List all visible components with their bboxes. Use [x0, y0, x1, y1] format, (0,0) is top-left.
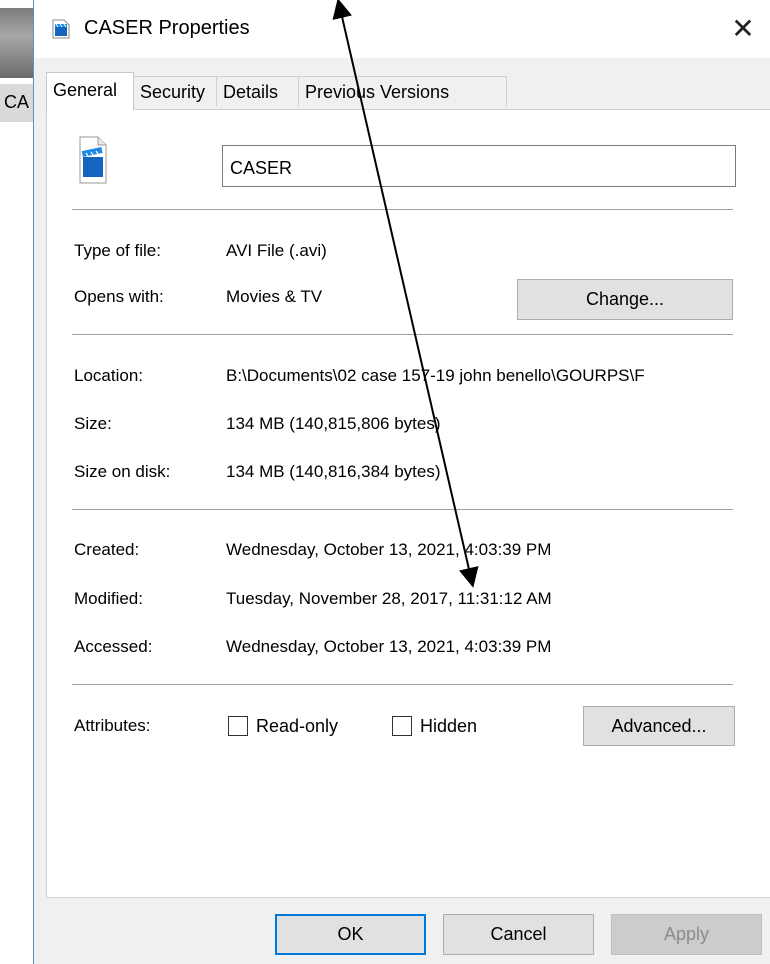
ok-button[interactable]: OK [275, 914, 426, 955]
size-on-disk-label: Size on disk: [74, 462, 171, 481]
separator [72, 209, 733, 210]
background-window [0, 0, 34, 964]
separator [72, 509, 733, 510]
hidden-label[interactable]: Hidden [420, 716, 477, 737]
accessed-label: Accessed: [74, 637, 153, 656]
title-bar[interactable]: CASER Properties ✕ [34, 0, 770, 58]
video-file-icon [52, 19, 70, 39]
close-icon: ✕ [731, 12, 755, 45]
hidden-checkbox[interactable] [392, 716, 412, 736]
created-value: Wednesday, October 13, 2021, 4:03:39 PM [226, 540, 552, 559]
tab-security[interactable]: Security [133, 76, 217, 106]
file-name-input[interactable] [222, 145, 736, 187]
read-only-label[interactable]: Read-only [256, 716, 338, 737]
opens-with-value: Movies & TV [226, 287, 323, 306]
created-label: Created: [74, 540, 140, 559]
change-button[interactable]: Change... [517, 279, 733, 320]
background-file-label: CA [4, 92, 30, 112]
attributes-label: Attributes: [74, 716, 151, 735]
opens-with-label: Opens with: [74, 287, 164, 306]
accessed-value: Wednesday, October 13, 2021, 4:03:39 PM [226, 637, 552, 656]
modified-label: Modified: [74, 589, 143, 608]
cancel-button[interactable]: Cancel [443, 914, 594, 955]
close-button[interactable]: ✕ [728, 12, 758, 46]
separator [72, 684, 733, 685]
background-thumbnail [0, 8, 34, 78]
window-title: CASER Properties [84, 17, 250, 39]
location-value: B:\Documents\02 case 157-19 john benello… [226, 366, 645, 385]
tab-general[interactable]: General [46, 72, 134, 110]
tab-previous-versions[interactable]: Previous Versions [298, 76, 507, 106]
separator [72, 334, 733, 335]
apply-button[interactable]: Apply [611, 914, 762, 955]
video-file-icon [68, 131, 112, 189]
read-only-checkbox[interactable] [228, 716, 248, 736]
size-on-disk-value: 134 MB (140,816,384 bytes) [226, 462, 441, 481]
advanced-button[interactable]: Advanced... [583, 706, 735, 746]
tab-details[interactable]: Details [216, 76, 299, 106]
size-label: Size: [74, 414, 112, 433]
type-of-file-value: AVI File (.avi) [226, 241, 327, 260]
size-value: 134 MB (140,815,806 bytes) [226, 414, 441, 433]
general-tab-panel [46, 109, 770, 898]
location-label: Location: [74, 366, 143, 385]
type-of-file-label: Type of file: [74, 241, 161, 260]
modified-value: Tuesday, November 28, 2017, 11:31:12 AM [226, 589, 552, 608]
